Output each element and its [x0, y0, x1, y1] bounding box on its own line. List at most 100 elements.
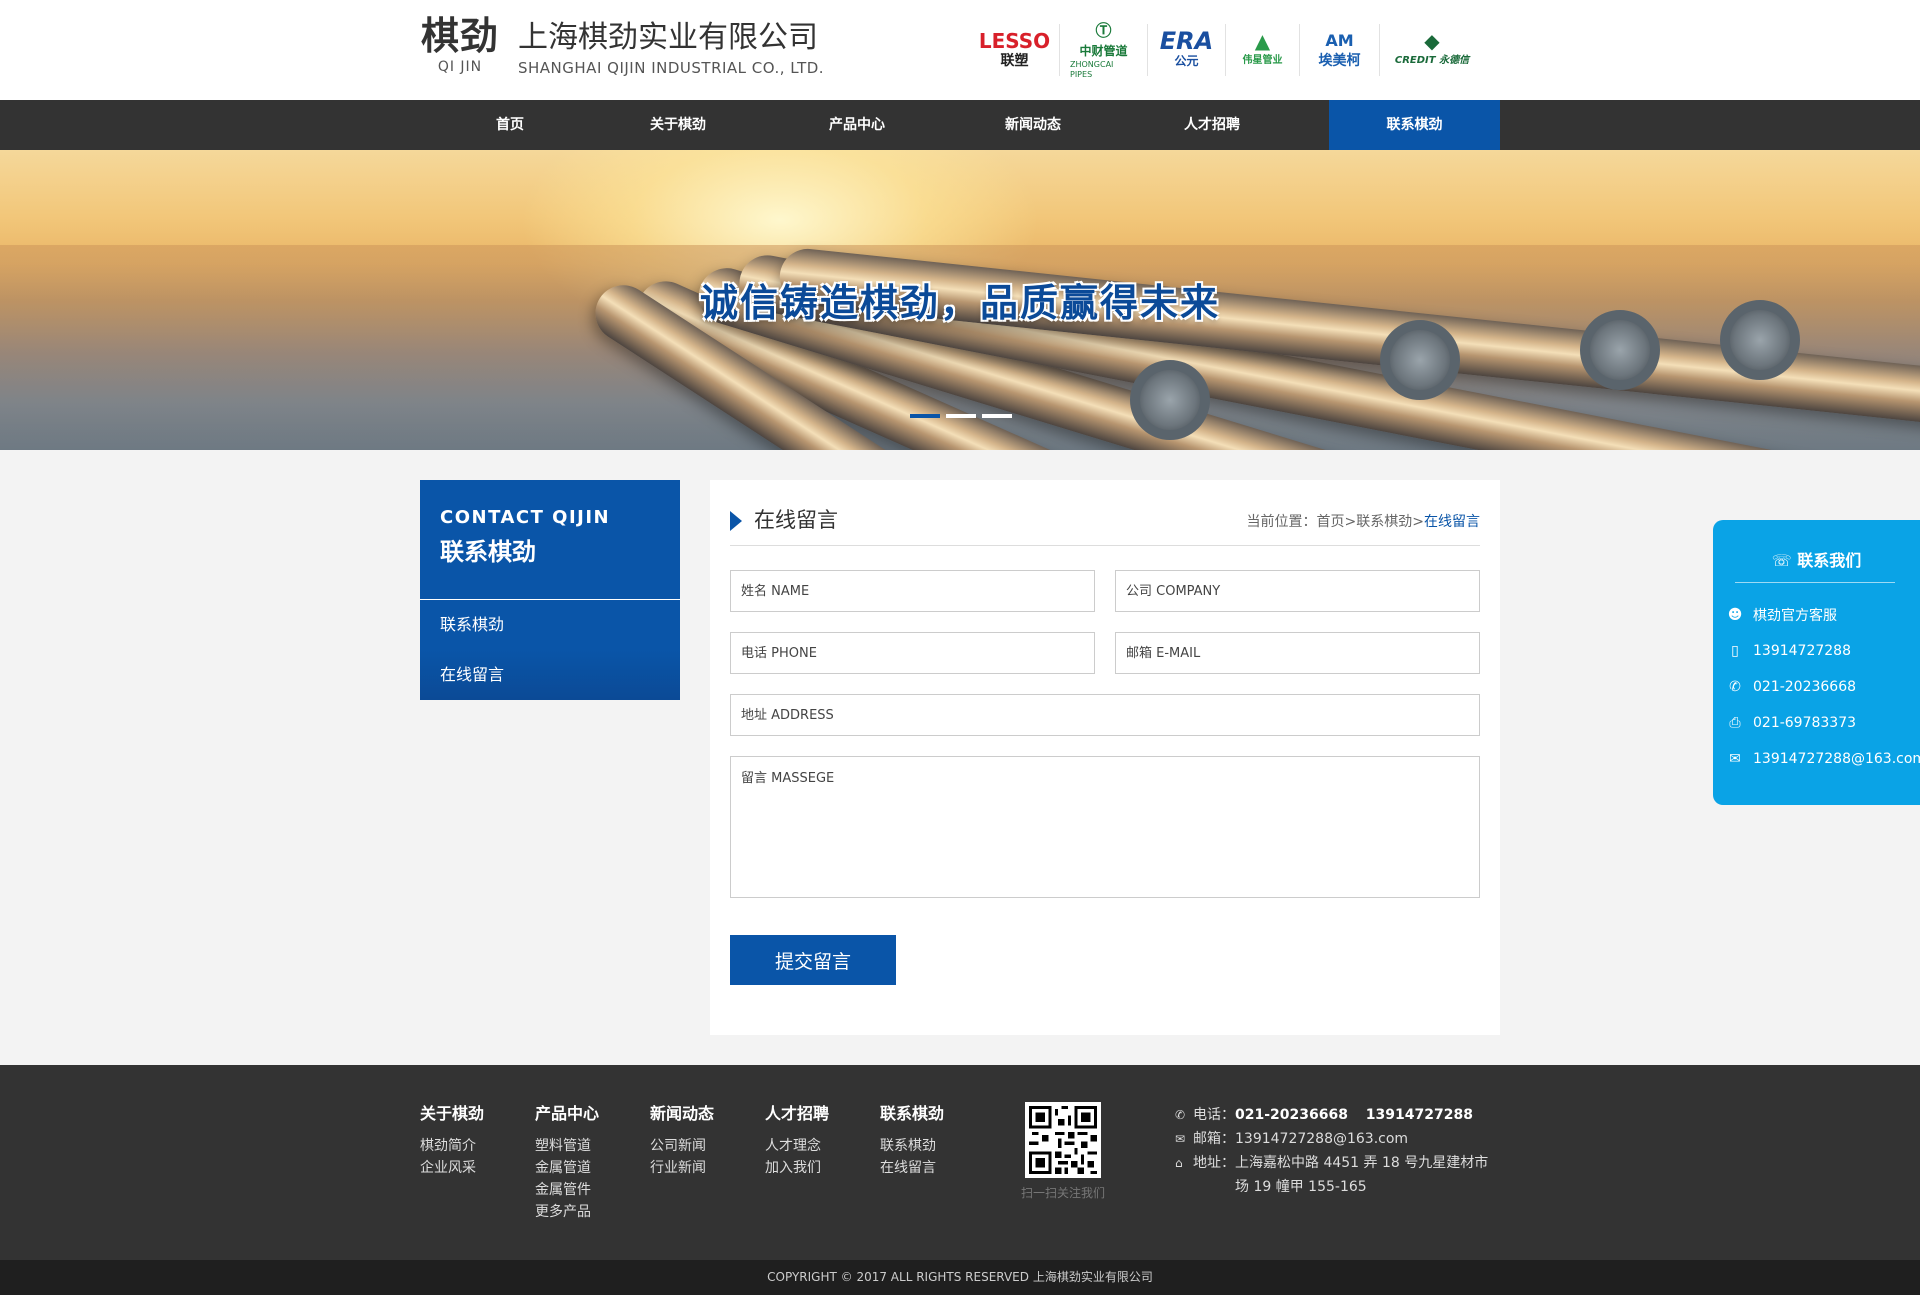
brand-weixing-sub: 伟星管业 [1242, 55, 1283, 66]
copyright: COPYRIGHT © 2017 ALL RIGHTS RESERVED 上海棋… [0, 1260, 1920, 1295]
submit-button[interactable]: 提交留言 [730, 935, 896, 985]
footer-col-products: 产品中心 塑料管道 金属管道 金属管件 更多产品 [535, 1103, 599, 1223]
sidebar-header: CONTACT QIJIN 联系棋劲 [420, 480, 680, 600]
page-title: 在线留言 [754, 508, 838, 532]
contact-row-phone[interactable]: ✆ 021-20236668 [1725, 676, 1856, 698]
contact-row-fax[interactable]: ⎙ 021-69783373 [1725, 712, 1856, 734]
nav-item-home[interactable]: 首页 [440, 100, 580, 150]
panel-header: 在线留言 当前位置：首页>联系棋劲>在线留言 [730, 500, 1480, 546]
phone-icon: ✆ [1175, 1108, 1186, 1122]
brand-zhongcai-icon: Ⓣ [1095, 21, 1112, 40]
floating-contact-title: ☏ 联系我们 [1713, 550, 1920, 572]
name-field[interactable] [730, 570, 1095, 612]
breadcrumb-home[interactable]: 首页 [1317, 514, 1345, 530]
breadcrumb-prefix: 当前位置： [1246, 514, 1317, 530]
footer-link[interactable]: 更多产品 [535, 1201, 599, 1223]
footer-email: ✉ 邮箱： 13914727288@163.com [1175, 1127, 1515, 1151]
footer-link[interactable]: 行业新闻 [650, 1157, 714, 1179]
hero-banner: 诚信铸造棋劲，品质赢得未来 [0, 150, 1920, 450]
brand-era: ERA 公元 [1148, 24, 1226, 76]
brand-zhongcai: Ⓣ 中财管道 ZHONGCAI PIPES [1060, 21, 1148, 79]
footer-link[interactable]: 联系棋劲 [880, 1135, 944, 1157]
mail-icon: ✉ [1175, 1132, 1186, 1146]
footer-col-careers: 人才招聘 人才理念 加入我们 [765, 1103, 829, 1179]
fax-icon: ⎙ [1729, 715, 1741, 731]
partner-brands: LESSO 联塑 Ⓣ 中财管道 ZHONGCAI PIPES ERA 公元 ▲ … [970, 21, 1484, 79]
footer-col-news: 新闻动态 公司新闻 行业新闻 [650, 1103, 714, 1179]
footer-link[interactable]: 金属管道 [535, 1157, 599, 1179]
qr-code-icon [1029, 1106, 1097, 1174]
contact-row-qq[interactable]: ☻ 棋劲官方客服 [1725, 604, 1837, 626]
sidebar-item-message[interactable]: 在线留言 [420, 650, 680, 700]
banner-slogan: 诚信铸造棋劲，品质赢得未来 [699, 281, 1220, 325]
nav-item-products[interactable]: 产品中心 [787, 100, 927, 150]
footer-email-value[interactable]: 13914727288@163.com [1235, 1127, 1408, 1151]
floating-contact-title-text: 联系我们 [1797, 551, 1862, 570]
mail-icon: ✉ [1729, 751, 1741, 767]
breadcrumb-current[interactable]: 在线留言 [1424, 514, 1480, 530]
slider-dot-2[interactable] [946, 414, 976, 418]
contact-row-text: 棋劲官方客服 [1753, 608, 1837, 624]
contact-row-text: 13914727288@163.com [1753, 751, 1920, 767]
footer-link[interactable]: 人才理念 [765, 1135, 829, 1157]
email-field[interactable] [1115, 632, 1480, 674]
brand-era-sub: 公元 [1174, 54, 1199, 68]
contact-row-text: 13914727288 [1753, 643, 1851, 659]
contact-row-email[interactable]: ✉ 13914727288@163.com [1725, 748, 1920, 770]
logo-cn: 棋劲 [420, 14, 499, 58]
footer-contact-info: ✆ 电话： 021-20236668 13914727288 ✉ 邮箱： 139… [1175, 1103, 1515, 1199]
footer-address-value: 上海嘉松中路 4451 弄 18 号九星建材市场 19 幢甲 155-165 [1235, 1155, 1489, 1195]
nav-item-careers[interactable]: 人才招聘 [1142, 100, 1282, 150]
brand-credit-sub: CREDIT 永德信 [1394, 55, 1470, 66]
sidebar-title-cn: 联系棋劲 [440, 538, 536, 566]
main-nav: 首页 关于棋劲 产品中心 新闻动态 人才招聘 联系棋劲 [0, 100, 1920, 150]
footer-col-title[interactable]: 产品中心 [535, 1103, 599, 1125]
qr-caption: 扫一扫关注我们 [1020, 1186, 1105, 1200]
footer-phone-1: 021-20236668 [1235, 1107, 1348, 1123]
brand-zhongcai-sub: 中财管道 [1079, 44, 1128, 58]
footer-link[interactable]: 金属管件 [535, 1179, 599, 1201]
footer-col-title[interactable]: 关于棋劲 [420, 1103, 484, 1125]
footer-link[interactable]: 棋劲简介 [420, 1135, 484, 1157]
phone-icon: ✆ [1729, 679, 1741, 695]
footer-phone-label: 电话： [1193, 1107, 1235, 1123]
logo[interactable]: 棋劲 QI JIN [420, 14, 500, 80]
message-panel: 在线留言 当前位置：首页>联系棋劲>在线留言 提交留言 [710, 480, 1500, 1035]
footer-address: ⌂ 地址： 上海嘉松中路 4451 弄 18 号九星建材市场 19 幢甲 155… [1175, 1151, 1515, 1199]
footer-email-label: 邮箱： [1193, 1131, 1235, 1147]
footer-col-title[interactable]: 联系棋劲 [880, 1103, 944, 1125]
footer-link[interactable]: 加入我们 [765, 1157, 829, 1179]
slider-dot-3[interactable] [982, 414, 1012, 418]
breadcrumb: 当前位置：首页>联系棋劲>在线留言 [1247, 512, 1480, 532]
footer-col-title[interactable]: 新闻动态 [650, 1103, 714, 1125]
home-icon: ⌂ [1175, 1156, 1183, 1170]
company-name: 上海棋劲实业有限公司 SHANGHAI QIJIN INDUSTRIAL CO.… [518, 18, 824, 78]
brand-aimeike-icon: AM [1325, 31, 1354, 50]
footer-col-about: 关于棋劲 棋劲简介 企业风采 [420, 1103, 484, 1179]
footer-link[interactable]: 塑料管道 [535, 1135, 599, 1157]
address-field[interactable] [730, 694, 1480, 736]
footer-link[interactable]: 在线留言 [880, 1157, 944, 1179]
sidebar-item-contact[interactable]: 联系棋劲 [420, 600, 680, 650]
slider-dot-1[interactable] [910, 414, 940, 418]
nav-item-about[interactable]: 关于棋劲 [608, 100, 748, 150]
company-name-cn: 上海棋劲实业有限公司 [518, 20, 818, 55]
brand-era-name: ERA [1159, 27, 1214, 55]
company-field[interactable] [1115, 570, 1480, 612]
slider-dots [910, 414, 1012, 418]
nav-item-contact[interactable]: 联系棋劲 [1329, 100, 1500, 150]
site-footer: 关于棋劲 棋劲简介 企业风采 产品中心 塑料管道 金属管道 金属管件 更多产品 … [0, 1065, 1920, 1260]
footer-col-title[interactable]: 人才招聘 [765, 1103, 829, 1125]
brand-lesso-sub: 联塑 [1000, 53, 1029, 69]
footer-phone-2: 13914727288 [1365, 1107, 1473, 1123]
phone-field[interactable] [730, 632, 1095, 674]
breadcrumb-parent[interactable]: 联系棋劲 [1356, 514, 1412, 530]
contact-row-mobile[interactable]: ▯ 13914727288 [1725, 640, 1851, 662]
footer-link[interactable]: 企业风采 [420, 1157, 484, 1179]
message-field[interactable] [730, 756, 1480, 898]
footer-col-contact: 联系棋劲 联系棋劲 在线留言 [880, 1103, 944, 1179]
breadcrumb-separator: > [1344, 514, 1357, 530]
footer-link[interactable]: 公司新闻 [650, 1135, 714, 1157]
nav-item-news[interactable]: 新闻动态 [963, 100, 1103, 150]
mobile-icon: ▯ [1731, 643, 1739, 659]
